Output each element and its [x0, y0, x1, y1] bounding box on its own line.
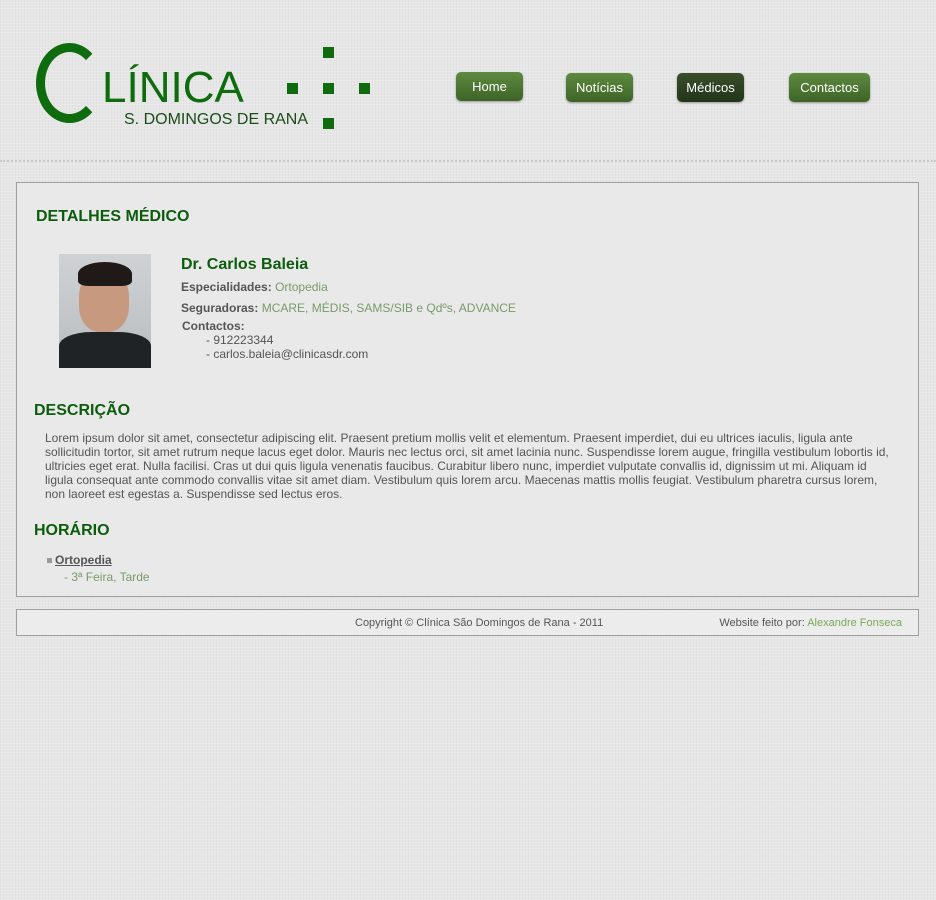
specialties-link[interactable]: Ortopedia [275, 280, 328, 294]
nav-medicos-button[interactable]: Médicos [677, 73, 744, 102]
specialties-label: Especialidades: [181, 280, 272, 294]
header: LÍNICA S. DOMINGOS DE RANA Home Notícias… [0, 0, 936, 162]
logo-c-mark [36, 43, 103, 123]
credit-label: Website feito por: [719, 617, 805, 629]
insurers-value: MCARE, MÉDIS, SAMS/SIB e Qdºs, ADVANCE [261, 301, 516, 315]
logo-cross-dot-right [359, 83, 370, 94]
logo-cross-dot-left [287, 83, 298, 94]
nav-noticias-button[interactable]: Notícias [566, 73, 633, 102]
doctor-name: Dr. Carlos Baleia [181, 256, 309, 273]
logo-subtitle: S. DOMINGOS DE RANA [124, 111, 309, 128]
nav-home-button[interactable]: Home [456, 72, 523, 101]
schedule-time: - 3ª Feira, Tarde [64, 570, 150, 584]
schedule-title: HORÁRIO [34, 522, 110, 539]
copyright-text: Copyright © Clínica São Domingos de Rana… [355, 617, 604, 629]
contact-phone: - 912223344 [206, 333, 274, 347]
header-divider [0, 160, 936, 162]
footer: Copyright © Clínica São Domingos de Rana… [16, 609, 919, 636]
schedule-specialty[interactable]: Ortopedia [55, 553, 112, 567]
clinic-logo[interactable]: LÍNICA S. DOMINGOS DE RANA [36, 42, 376, 134]
description-text: Lorem ipsum dolor sit amet, consectetur … [45, 431, 889, 501]
contact-email: - carlos.baleia@clinicasdr.com [206, 347, 369, 361]
website-credit: Website feito por: Alexandre Fonseca [719, 617, 902, 629]
photo-body [59, 332, 151, 368]
logo-cross-dot-center [323, 83, 334, 94]
specialties-field: Especialidades: Ortopedia [181, 280, 328, 294]
logo-cross-dot-top [323, 47, 334, 58]
doctor-photo [59, 254, 151, 368]
nav-contactos-button[interactable]: Contactos [789, 73, 870, 102]
doctor-details-panel: DETALHES MÉDICO Dr. Carlos Baleia Especi… [16, 182, 919, 597]
logo-title: LÍNICA [102, 63, 244, 112]
schedule-bullet [47, 558, 52, 563]
photo-hair [78, 262, 132, 286]
insurers-label: Seguradoras: [181, 301, 259, 315]
logo-cross-dot-bottom [323, 118, 334, 129]
insurers-field: Seguradoras: MCARE, MÉDIS, SAMS/SIB e Qd… [181, 301, 516, 315]
section-title: DETALHES MÉDICO [36, 208, 190, 225]
contacts-label: Contactos: [182, 319, 245, 333]
description-title: DESCRIÇÃO [34, 402, 131, 419]
credit-author-link[interactable]: Alexandre Fonseca [807, 617, 902, 629]
